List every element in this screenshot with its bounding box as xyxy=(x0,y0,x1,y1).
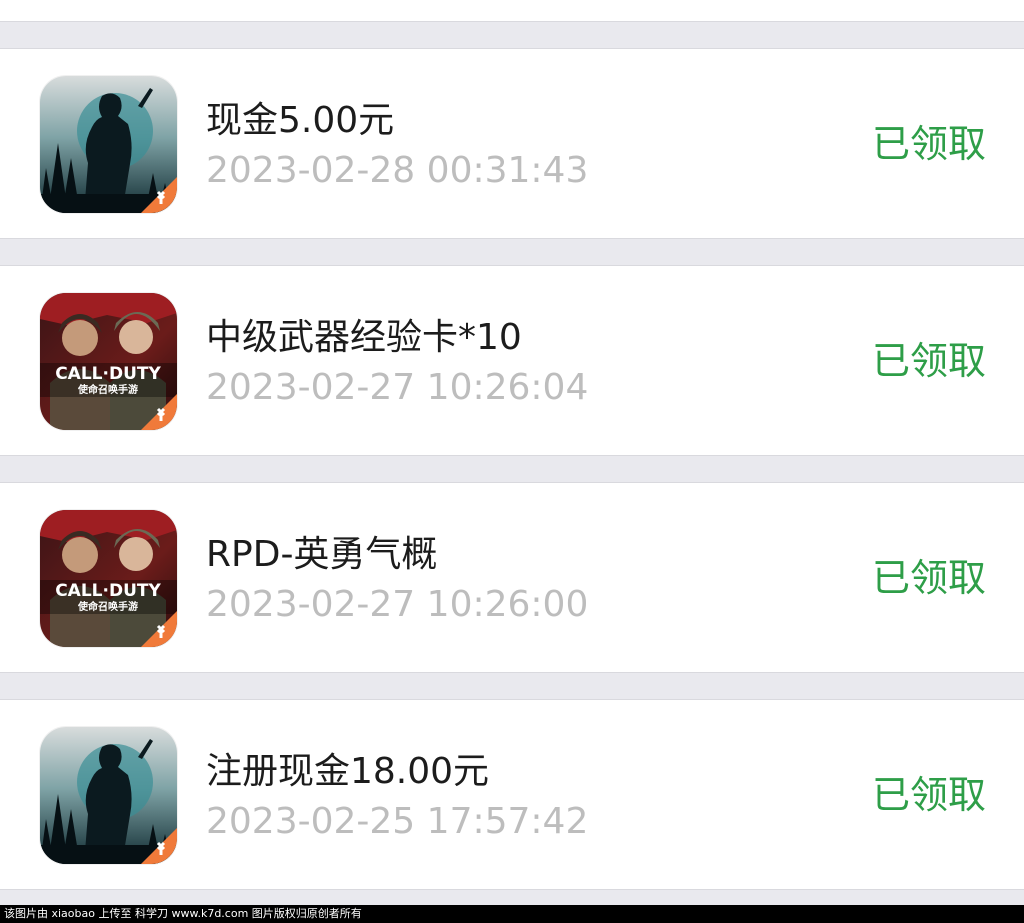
survival-game-icon xyxy=(40,76,177,213)
reward-row[interactable]: CALL·DUTY 使命召唤手游 中级武器经验卡*10 2023-02-27 1… xyxy=(0,265,1024,456)
reward-title: RPD-英勇气概 xyxy=(206,534,438,575)
call-of-duty-icon: CALL·DUTY 使命召唤手游 xyxy=(40,293,177,430)
status-label: 已领取 xyxy=(871,773,986,817)
status-label: 已领取 xyxy=(871,556,986,600)
reward-history-page: 现金5.00元 2023-02-28 00:31:43 已领取 CALL·DUT… xyxy=(0,0,1024,923)
previous-card-edge xyxy=(0,0,1024,22)
reward-row[interactable]: 注册现金18.00元 2023-02-25 17:57:42 已领取 xyxy=(0,699,1024,890)
logo-subtext: 使命召唤手游 xyxy=(77,383,138,396)
reward-time: 2023-02-25 17:57:42 xyxy=(206,801,589,842)
reward-time: 2023-02-28 00:31:43 xyxy=(206,150,589,191)
status-label: 已领取 xyxy=(871,339,986,383)
logo-subtext: 使命召唤手游 xyxy=(77,600,138,613)
reward-title: 注册现金18.00元 xyxy=(206,751,490,792)
logo-text: CALL·DUTY xyxy=(55,581,161,601)
reward-title: 中级武器经验卡*10 xyxy=(206,317,522,358)
reward-title: 现金5.00元 xyxy=(206,100,395,141)
reward-time: 2023-02-27 10:26:04 xyxy=(206,367,589,408)
survival-game-icon xyxy=(40,727,177,864)
logo-text: CALL·DUTY xyxy=(55,364,161,384)
reward-time: 2023-02-27 10:26:00 xyxy=(206,584,589,625)
reward-row[interactable]: CALL·DUTY 使命召唤手游 RPD-英勇气概 2023-02-27 10:… xyxy=(0,482,1024,673)
reward-row[interactable]: 现金5.00元 2023-02-28 00:31:43 已领取 xyxy=(0,48,1024,239)
status-label: 已领取 xyxy=(871,122,986,166)
watermark-bar: 该图片由 xiaobao 上传至 科学刀 www.k7d.com 图片版权归原创… xyxy=(0,905,1024,923)
call-of-duty-icon: CALL·DUTY 使命召唤手游 xyxy=(40,510,177,647)
